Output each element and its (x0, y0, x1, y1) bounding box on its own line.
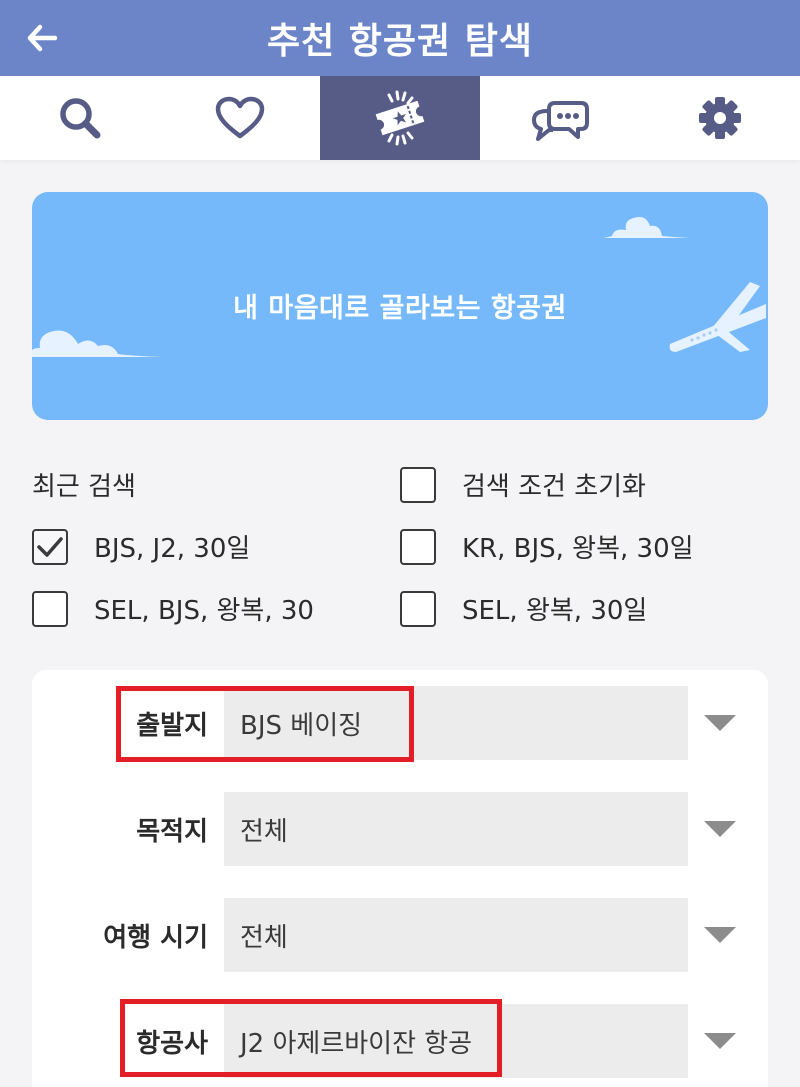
checkmark-icon (37, 536, 63, 557)
filter-card: 출발지 BJS 베이징 목적지 전체 여행 시기 전체 항공사 J2 아제르바이… (32, 670, 768, 1087)
reset-conditions-label: 검색 조건 초기화 (462, 472, 646, 502)
back-button[interactable] (22, 18, 62, 58)
search-icon (60, 98, 101, 139)
banner-text: 내 마음대로 골라보는 항공권 (233, 292, 567, 324)
recent-item-label: BJS, J2, 30일 (94, 534, 251, 564)
tab-recommended-tickets[interactable] (320, 76, 480, 160)
chevron-down-icon[interactable] (704, 821, 736, 837)
gear-icon (699, 97, 741, 139)
tab-favorites[interactable] (160, 76, 320, 160)
ticket-icon (375, 90, 425, 146)
tab-bar (0, 76, 800, 160)
destination-select[interactable]: 전체 (224, 792, 688, 866)
filter-period: 여행 시기 전체 (32, 898, 768, 972)
app-header: 추천 항공권 탐색 (0, 0, 800, 76)
airline-label: 항공사 (136, 1028, 208, 1059)
chevron-down-icon[interactable] (704, 1033, 736, 1049)
recent-item-4[interactable]: SEL, 왕복, 30일 (400, 590, 647, 627)
arrow-left-icon (27, 24, 58, 52)
period-select[interactable]: 전체 (224, 898, 688, 972)
recent-item-2[interactable]: KR, BJS, 왕복, 30일 (400, 528, 694, 565)
checkbox-box[interactable] (400, 590, 436, 627)
filter-airline: 항공사 J2 아제르바이잔 항공 (32, 1004, 768, 1078)
departure-select[interactable]: BJS 베이징 (224, 686, 688, 760)
recent-item-label: KR, BJS, 왕복, 30일 (462, 534, 694, 564)
checkbox-box[interactable] (32, 528, 68, 565)
filter-departure: 출발지 BJS 베이징 (32, 686, 768, 760)
promo-banner[interactable]: 내 마음대로 골라보는 항공권 (32, 192, 768, 420)
chevron-down-icon[interactable] (704, 927, 736, 943)
tab-settings[interactable] (640, 76, 800, 160)
recent-item-label: SEL, 왕복, 30일 (462, 596, 648, 626)
airline-select[interactable]: J2 아제르바이잔 항공 (224, 1004, 688, 1078)
recent-search-label: 최근 검색 (32, 472, 136, 502)
tab-chat[interactable] (480, 76, 640, 160)
heart-icon (215, 96, 265, 139)
checkbox-box[interactable] (32, 590, 68, 627)
chevron-down-icon[interactable] (704, 715, 736, 731)
tab-search[interactable] (0, 76, 160, 160)
page-title: 추천 항공권 탐색 (267, 21, 533, 62)
filter-destination: 목적지 전체 (32, 792, 768, 866)
destination-label: 목적지 (136, 816, 208, 847)
chat-icon (532, 101, 589, 141)
checkbox-box[interactable] (400, 528, 436, 565)
checkbox-box[interactable] (400, 466, 436, 503)
departure-label: 출발지 (136, 710, 208, 741)
period-label: 여행 시기 (103, 922, 208, 953)
recent-item-1[interactable]: BJS, J2, 30일 (32, 528, 250, 565)
reset-conditions-checkbox[interactable]: 검색 조건 초기화 (400, 466, 646, 503)
recent-item-label: SEL, BJS, 왕복, 30 (94, 596, 314, 626)
recent-item-3[interactable]: SEL, BJS, 왕복, 30 (32, 590, 314, 627)
